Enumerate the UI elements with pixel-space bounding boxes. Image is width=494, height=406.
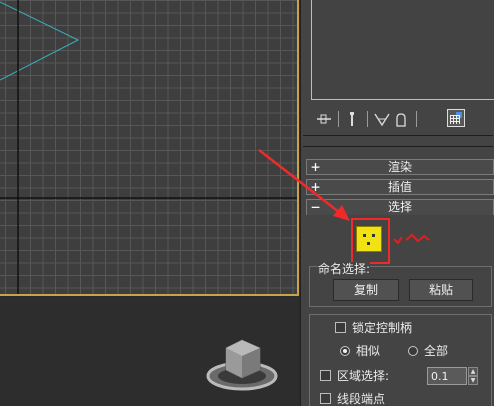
segment-ends-label: 线段端点	[337, 392, 386, 406]
rollout-rendering[interactable]: + 渲染	[306, 158, 494, 176]
shape-spline[interactable]	[0, 1, 80, 81]
copy-button[interactable]: 复制	[333, 279, 399, 301]
named-selections-label: 命名选择:	[318, 262, 371, 276]
spinner-up-icon[interactable]: ▲	[468, 367, 478, 376]
paste-button[interactable]: 粘贴	[409, 279, 473, 301]
panel-divider	[303, 135, 493, 136]
toolbar-divider	[416, 111, 417, 127]
panel-divider	[303, 146, 493, 147]
segment-ends-checkbox[interactable]	[320, 393, 331, 404]
rollout-title: 选择	[387, 200, 412, 214]
remove-modifier-icon[interactable]	[393, 110, 409, 128]
toolbar-divider	[338, 111, 339, 127]
modifier-stack-toolbar	[311, 108, 483, 130]
spinner-down-icon[interactable]: ▼	[468, 376, 478, 385]
all-radio[interactable]	[408, 346, 418, 356]
rollout-interpolation[interactable]: + 插值	[306, 178, 494, 196]
lock-handles-checkbox[interactable]	[335, 322, 346, 333]
threshold-spinner[interactable]: ▲ ▼	[468, 367, 478, 385]
area-select-threshold-input[interactable]	[427, 367, 467, 385]
pin-stack-icon[interactable]	[315, 110, 333, 128]
viewcube-icon[interactable]	[204, 330, 282, 392]
toolbar-divider	[367, 111, 368, 127]
annotation-highlight-box	[351, 218, 390, 264]
show-end-result-icon[interactable]	[345, 110, 359, 128]
rollout-selection[interactable]: − 选择	[306, 198, 494, 216]
all-label: 全部	[424, 344, 449, 358]
rollout-title: 插值	[387, 180, 412, 194]
make-unique-icon[interactable]	[373, 110, 391, 128]
perspective-viewport[interactable]	[0, 0, 299, 296]
lock-handles-label: 锁定控制柄	[352, 321, 413, 335]
modifier-stack-list[interactable]	[311, 0, 494, 100]
area-select-checkbox[interactable]	[320, 370, 331, 381]
similar-label: 相似	[356, 344, 381, 358]
rollout-title: 渲染	[387, 160, 412, 174]
configure-modifier-sets-icon[interactable]	[447, 109, 465, 127]
viewport-scene-lines	[0, 0, 297, 294]
area-select-label: 区域选择:	[337, 369, 390, 383]
similar-radio[interactable]	[340, 346, 350, 356]
segment-subobject-icon[interactable]	[392, 230, 432, 246]
